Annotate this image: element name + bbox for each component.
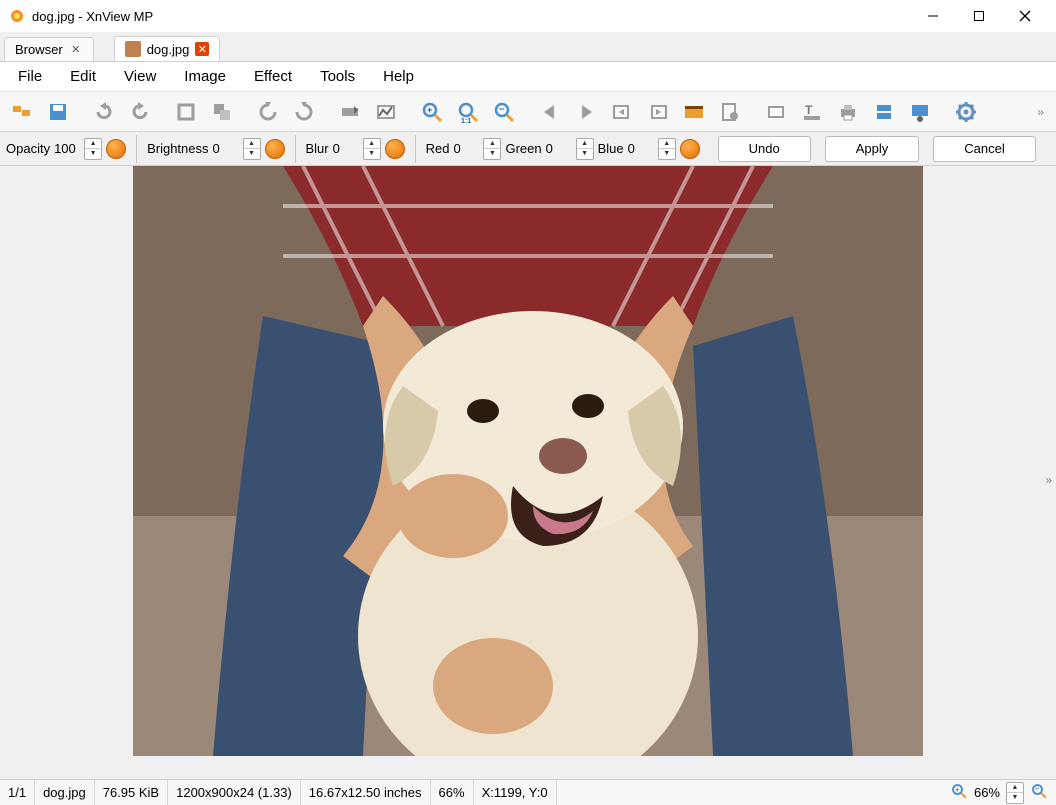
blue-value: 0 (628, 141, 654, 156)
save-icon[interactable] (42, 96, 74, 128)
status-cursor: X:1199, Y:0 (474, 780, 557, 805)
menu-edit[interactable]: Edit (56, 64, 110, 89)
menu-tools[interactable]: Tools (306, 64, 369, 89)
minimize-button[interactable] (910, 0, 956, 32)
overflow-icon[interactable]: » (1031, 105, 1050, 119)
zoom-stepper[interactable]: ▲▼ (1006, 782, 1024, 804)
red-value: 0 (453, 141, 479, 156)
rotate-right-icon[interactable] (288, 96, 320, 128)
opacity-label: Opacity (6, 141, 50, 156)
zoom-value: 66% (974, 785, 1000, 800)
menu-help[interactable]: Help (369, 64, 428, 89)
svg-text:−: − (1035, 786, 1039, 793)
menu-image[interactable]: Image (170, 64, 240, 89)
rotate-left-icon[interactable] (252, 96, 284, 128)
red-stepper[interactable]: ▲▼ (483, 138, 501, 160)
adjustment-bar: Opacity 100 ▲▼ Brightness 0 ▲▼ Blur 0 ▲▼… (0, 132, 1056, 166)
blur-stepper[interactable]: ▲▼ (363, 138, 381, 160)
browser-icon[interactable] (6, 96, 38, 128)
apply-button[interactable]: Apply (825, 136, 920, 162)
tab-browser[interactable]: Browser ✕ (4, 37, 94, 61)
menu-file[interactable]: File (4, 64, 56, 89)
zoom-100-icon[interactable]: 1:1 (452, 96, 484, 128)
svg-text:+: + (955, 787, 959, 794)
svg-text:T: T (805, 103, 813, 117)
zoom-in-icon[interactable]: + (416, 96, 448, 128)
blue-stepper[interactable]: ▲▼ (658, 138, 676, 160)
crop-icon[interactable] (170, 96, 202, 128)
zoom-out-icon[interactable]: − (488, 96, 520, 128)
green-stepper[interactable]: ▲▼ (576, 138, 594, 160)
thumbnail-icon (125, 41, 141, 57)
menu-view[interactable]: View (110, 64, 170, 89)
status-filesize: 76.95 KiB (95, 780, 168, 805)
settings-icon[interactable] (950, 96, 982, 128)
print-icon[interactable] (832, 96, 864, 128)
image-content (133, 166, 923, 756)
zoom-in-icon[interactable]: + (950, 782, 968, 803)
image-canvas (133, 166, 923, 756)
adjust-icon[interactable] (334, 96, 366, 128)
image-viewer[interactable]: » (0, 166, 1056, 779)
window-title: dog.jpg - XnView MP (32, 9, 910, 24)
red-label: Red (426, 141, 450, 156)
next-file-icon[interactable] (570, 96, 602, 128)
brightness-value: 0 (213, 141, 239, 156)
text-icon[interactable]: T (796, 96, 828, 128)
levels-icon[interactable] (370, 96, 402, 128)
app-icon (8, 7, 26, 25)
menu-bar: File Edit View Image Effect Tools Help (0, 62, 1056, 92)
tab-label: Browser (15, 42, 63, 57)
overflow-icon[interactable]: » (1045, 473, 1052, 487)
slideshow-icon[interactable] (678, 96, 710, 128)
brightness-reset-button[interactable] (265, 139, 285, 159)
convert-icon[interactable] (868, 96, 900, 128)
toolbar: + 1:1 − T » (0, 92, 1056, 132)
redo-icon[interactable] (124, 96, 156, 128)
tab-image[interactable]: dog.jpg ✕ (114, 36, 221, 61)
last-icon[interactable] (642, 96, 674, 128)
opacity-stepper[interactable]: ▲▼ (84, 138, 102, 160)
green-label: Green (505, 141, 541, 156)
status-filename: dog.jpg (35, 780, 95, 805)
blur-reset-button[interactable] (385, 139, 405, 159)
rgb-reset-button[interactable] (680, 139, 700, 159)
tag-icon[interactable] (714, 96, 746, 128)
close-icon[interactable]: ✕ (69, 43, 83, 57)
close-icon[interactable]: ✕ (195, 42, 209, 56)
blur-value: 0 (333, 141, 359, 156)
undo-button[interactable]: Undo (718, 136, 811, 162)
tab-strip: Browser ✕ dog.jpg ✕ (0, 32, 1056, 62)
undo-icon[interactable] (88, 96, 120, 128)
prev-file-icon[interactable] (534, 96, 566, 128)
resize-icon[interactable] (206, 96, 238, 128)
title-bar: dog.jpg - XnView MP (0, 0, 1056, 32)
blue-label: Blue (598, 141, 624, 156)
status-dimensions: 1200x900x24 (1.33) (168, 780, 301, 805)
close-button[interactable] (1002, 0, 1048, 32)
green-value: 0 (546, 141, 572, 156)
maximize-button[interactable] (956, 0, 1002, 32)
status-physical: 16.67x12.50 inches (301, 780, 431, 805)
status-bar: 1/1 dog.jpg 76.95 KiB 1200x900x24 (1.33)… (0, 779, 1056, 805)
svg-text:1:1: 1:1 (461, 118, 471, 124)
brightness-stepper[interactable]: ▲▼ (243, 138, 261, 160)
capture-icon[interactable] (904, 96, 936, 128)
svg-text:+: + (427, 105, 432, 115)
menu-effect[interactable]: Effect (240, 64, 306, 89)
opacity-value: 100 (54, 141, 80, 156)
fullscreen-icon[interactable] (760, 96, 792, 128)
blur-label: Blur (306, 141, 329, 156)
status-zoom: 66% (431, 780, 474, 805)
cancel-button[interactable]: Cancel (933, 136, 1035, 162)
svg-text:−: − (499, 104, 504, 114)
zoom-out-icon[interactable]: − (1030, 782, 1048, 803)
first-icon[interactable] (606, 96, 638, 128)
tab-label: dog.jpg (147, 42, 190, 57)
status-index: 1/1 (0, 780, 35, 805)
brightness-label: Brightness (147, 141, 208, 156)
opacity-reset-button[interactable] (106, 139, 126, 159)
